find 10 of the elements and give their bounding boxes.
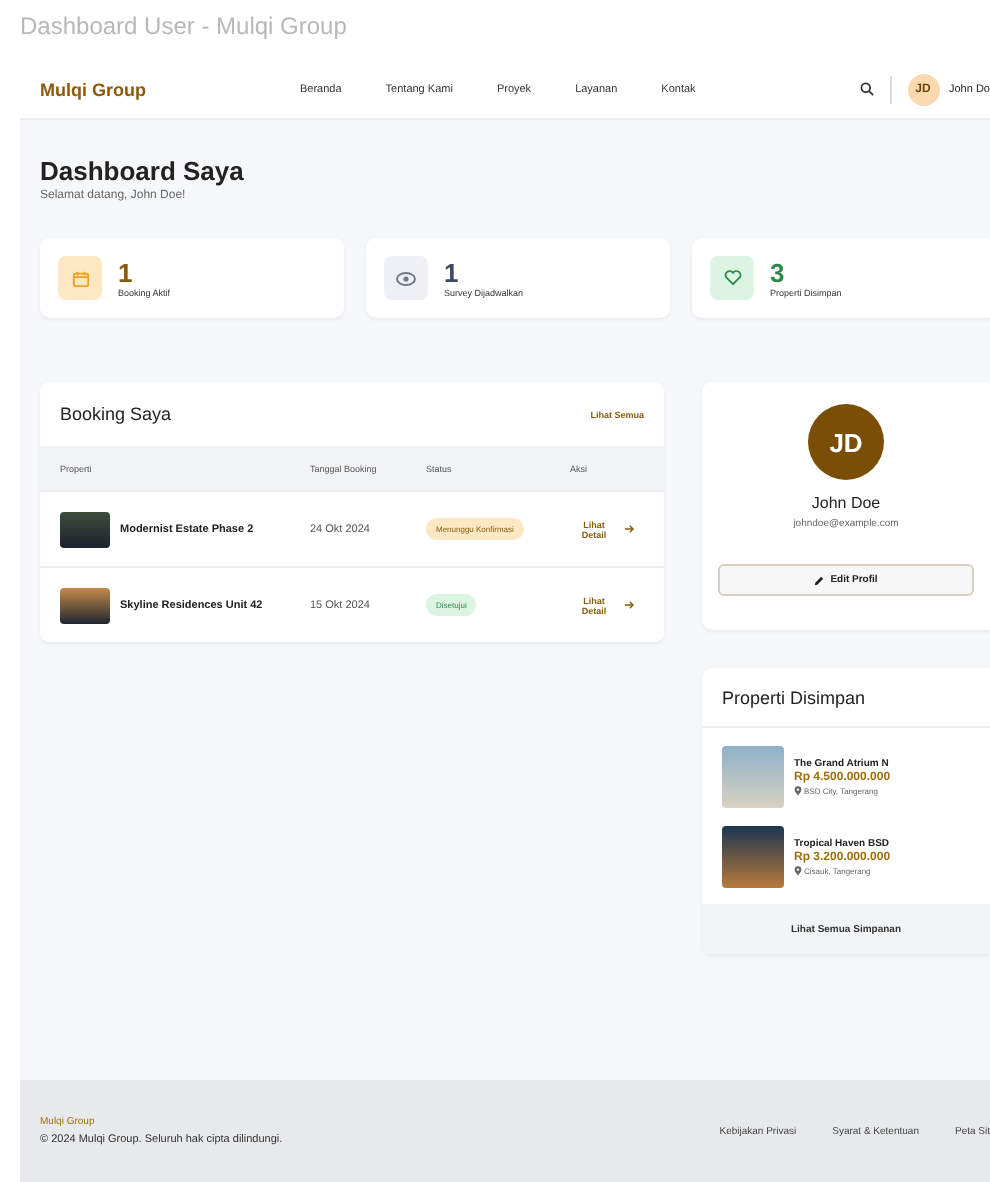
profile-avatar: JD bbox=[808, 404, 884, 480]
stat-value: 1 bbox=[444, 259, 461, 285]
card-title: Properti Disimpan bbox=[722, 687, 866, 707]
page-title: Dashboard Saya bbox=[40, 156, 246, 186]
card-title: Booking Saya bbox=[60, 404, 172, 424]
window-title: Dashboard User - Mulqi Group bbox=[18, 10, 349, 44]
stat-value: 1 bbox=[118, 259, 135, 285]
profile-name: John Doe bbox=[811, 494, 881, 512]
logo[interactable]: Mulqi Group bbox=[40, 79, 300, 99]
stat-value: 3 bbox=[770, 259, 787, 285]
